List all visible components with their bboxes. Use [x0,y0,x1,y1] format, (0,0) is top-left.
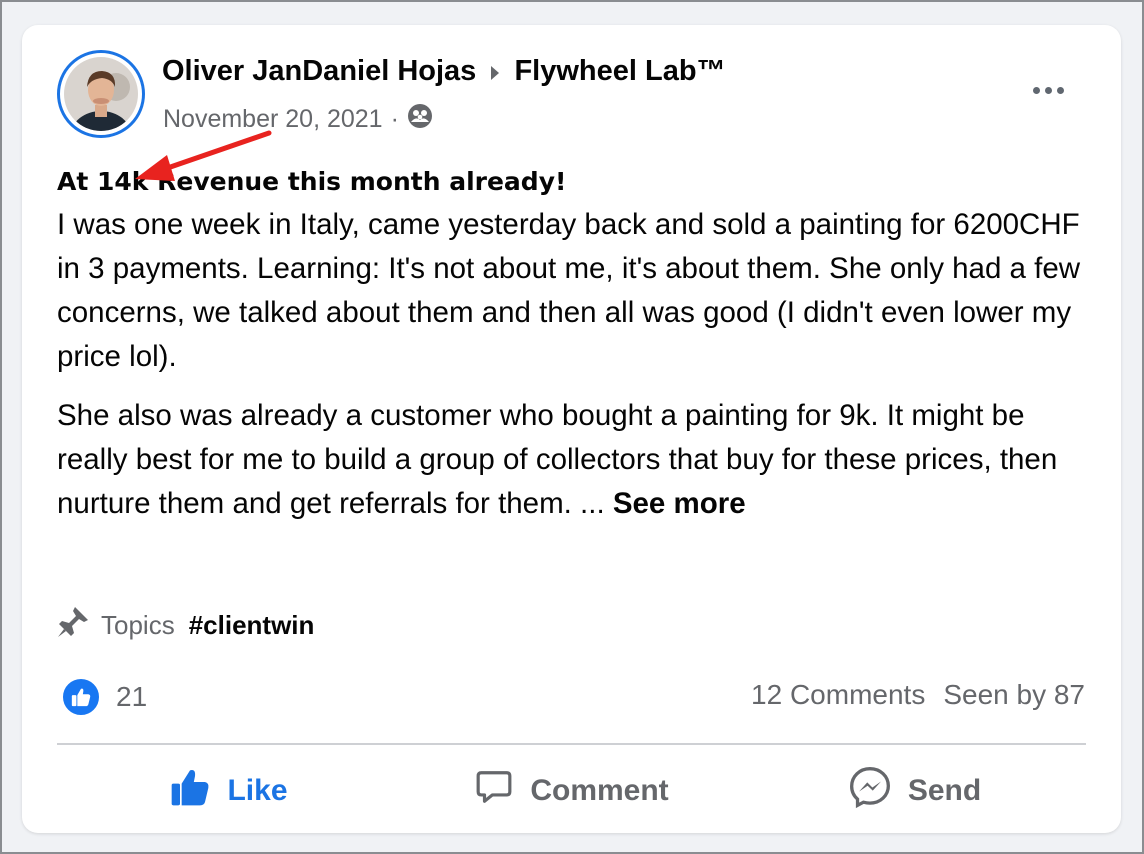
more-dots-icon [1032,86,1040,94]
actions-divider [57,743,1086,745]
seen-by-count[interactable]: Seen by 87 [943,679,1085,711]
like-reaction-icon [60,676,102,718]
topic-tag[interactable]: #clientwin [189,610,315,641]
post-card: Oliver JanDaniel Hojas Flywheel Lab™ Nov… [22,25,1121,833]
post-stats: 12 Comments Seen by 87 [751,679,1085,711]
post-paragraph-2-text: She also was already a customer who boug… [57,399,1058,520]
send-button-label: Send [907,774,982,807]
like-button[interactable]: Like [57,760,400,822]
post-body: I was one week in Italy, came yesterday … [57,203,1097,541]
post-paragraph-1: I was one week in Italy, came yesterday … [57,208,1081,373]
caret-right-icon [490,56,500,89]
comment-icon [474,768,514,814]
comment-button-label: Comment [530,774,669,807]
messenger-icon [848,765,892,817]
send-button[interactable]: Send [743,760,1086,822]
author-name[interactable]: Oliver JanDaniel Hojas [162,55,476,87]
avatar-photo [64,57,138,131]
see-more-link[interactable]: See more [613,487,746,520]
topics-label: Topics [101,610,175,640]
meta-separator: · [390,105,399,133]
post-paragraph-2: She also was already a customer who boug… [57,394,1097,526]
like-button-label: Like [227,774,288,807]
group-name[interactable]: Flywheel Lab™ [514,55,725,87]
annotation-arrow [135,130,272,181]
post-header-title: Oliver JanDaniel Hojas Flywheel Lab™ [162,55,726,89]
action-bar: Like Comment Send [57,760,1086,822]
thumbs-up-icon [169,767,211,815]
topics-row: Topics #clientwin [55,604,314,647]
pin-icon [55,604,91,647]
window-frame: Oliver JanDaniel Hojas Flywheel Lab™ Nov… [0,0,1144,854]
comment-button[interactable]: Comment [400,760,743,822]
more-options-button[interactable] [1025,75,1071,105]
reaction-summary[interactable]: 21 [60,676,147,718]
comment-count[interactable]: 12 Comments [751,679,925,711]
group-audience-icon[interactable] [407,103,433,136]
like-count: 21 [116,681,148,712]
